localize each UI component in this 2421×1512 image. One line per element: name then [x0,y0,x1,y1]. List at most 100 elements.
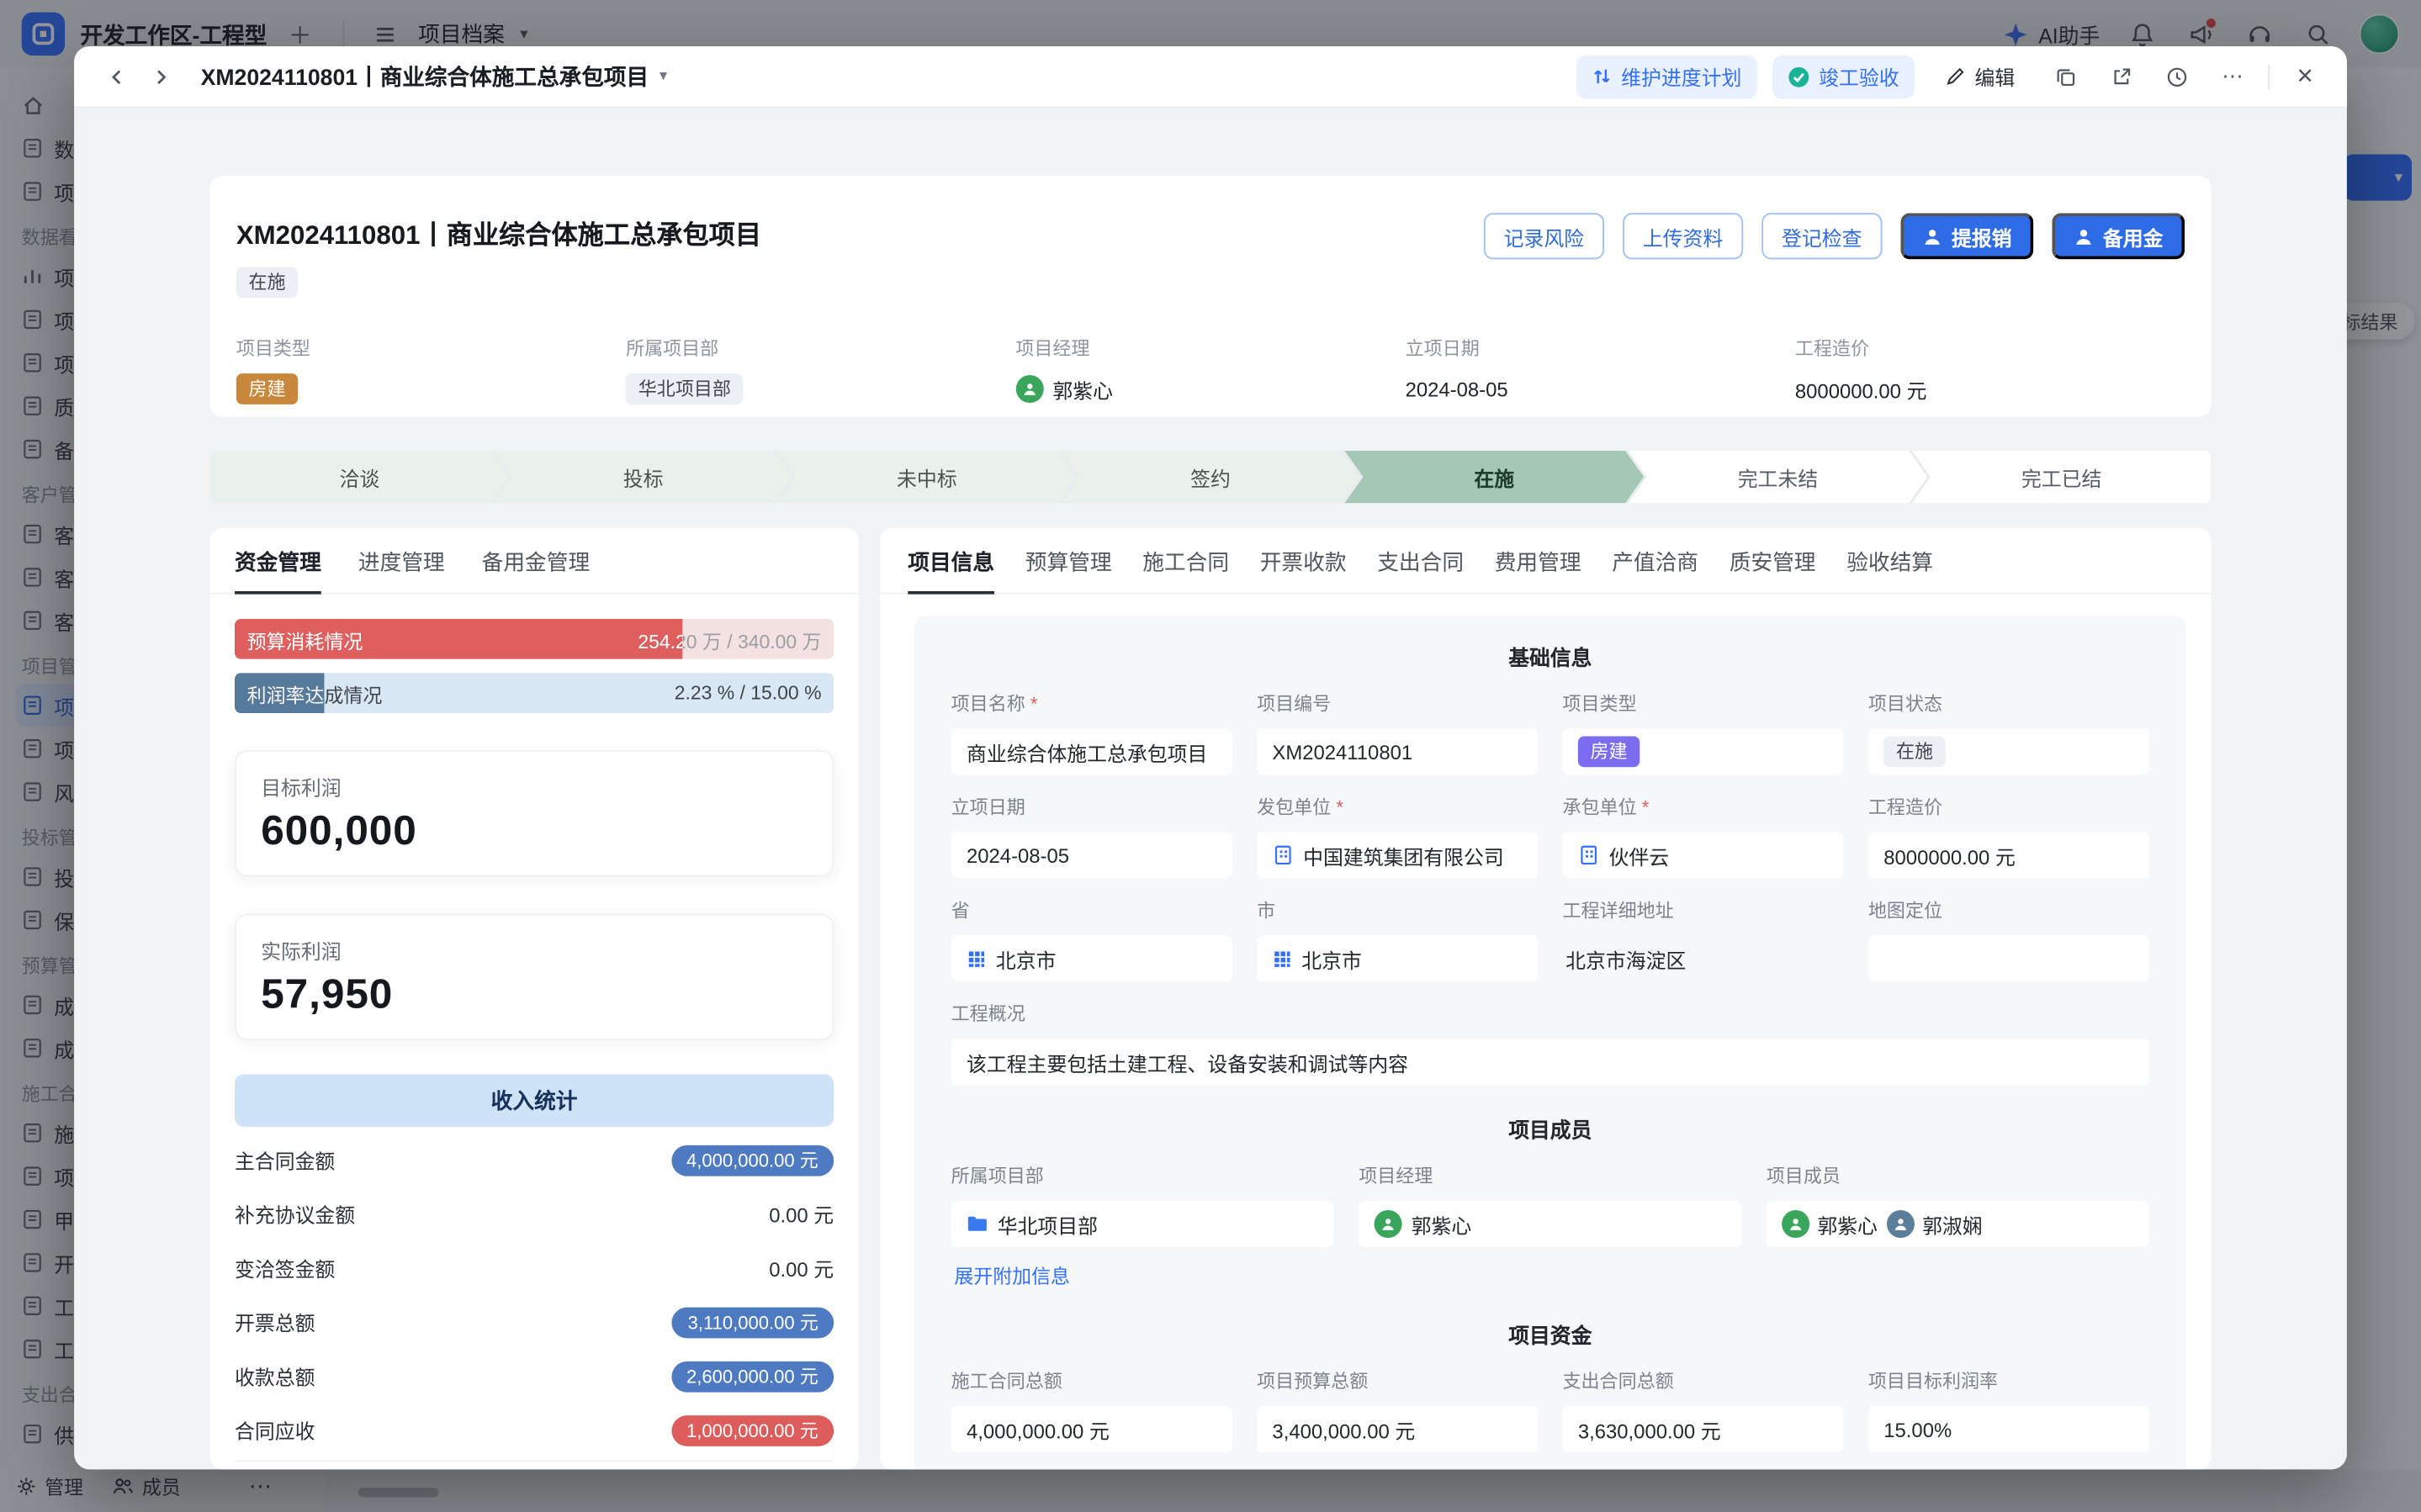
more-icon[interactable]: ⋯ [2212,56,2253,97]
start-date-input[interactable]: 2024-08-05 [951,832,1232,878]
actual-profit-card: 实际利润 57,950 [235,914,834,1041]
modal-body: XM2024110801丨商业综合体施工总承包项目 在施 记录风险 上传资料 登… [74,108,2347,1469]
field-project-type: 项目类型 房建 [236,335,626,404]
tab-quality-safety[interactable]: 质安管理 [1730,547,1816,593]
tab-progress-management[interactable]: 进度管理 [358,547,445,593]
maintain-schedule-button[interactable]: 维护进度计划 [1576,55,1757,98]
field-construction-contract-total: 施工合同总额 4,000,000.00 元 [951,1367,1232,1452]
field-project-name: 项目名称 商业综合体施工总承包项目 [951,690,1232,775]
row-invoiced-total: 开票总额3,110,000.00 元 [235,1295,834,1349]
field-project-code: 项目编号 XM2024110801 [1257,690,1538,775]
step-signed[interactable]: 签约 [1061,451,1360,503]
history-icon[interactable] [2157,56,2197,97]
status-badge: 在施 [1883,737,1945,768]
field-department: 所属项目部 华北项目部 [626,335,1015,404]
project-members-input[interactable]: 郭紫心 郭淑娴 [1767,1201,2149,1247]
amount-badge[interactable]: 3,110,000.00 元 [672,1307,834,1338]
project-code-input[interactable]: XM2024110801 [1257,728,1538,775]
completion-acceptance-button[interactable]: 竣工验收 [1772,55,1915,98]
step-finished-settled[interactable]: 完工已结 [1912,451,2212,503]
tab-funds-management[interactable]: 资金管理 [235,547,321,595]
field-department: 所属项目部 华北项目部 展开附加信息 [951,1162,1334,1290]
next-record-button[interactable] [142,58,179,95]
field-project-cost: 工程造价 8000000.00 元 [1868,793,2149,878]
tab-construction-contract[interactable]: 施工合同 [1142,547,1229,593]
department-input[interactable]: 华北项目部 [951,1201,1334,1247]
step-negotiation[interactable]: 洽谈 [210,451,510,503]
grid-icon [967,949,987,969]
step-finished-unsettled[interactable]: 完工未结 [1629,451,1928,503]
expand-extra-info-link[interactable]: 展开附加信息 [954,1260,1070,1289]
project-overview-input[interactable]: 该工程主要包括土建工程、设备安装和调试等内容 [951,1039,2149,1085]
project-name-input[interactable]: 商业综合体施工总承包项目 [951,728,1232,775]
right-panel-tabs: 项目信息 预算管理 施工合同 开票收款 支出合同 费用管理 产值洽商 质安管理 … [880,528,2211,595]
screen: 开发工作区-工程型 ＋ 项目档案 ▾ AI助手 [0,0,2421,1512]
amount-rows: 主合同金额4,000,000.00 元 补充协议金额0.00 元 变洽签金额0.… [235,1133,834,1456]
divider [235,1460,834,1469]
map-location-input[interactable] [1868,935,2149,981]
project-info-form: 基础信息 项目名称 商业综合体施工总承包项目 项目编号 XM2024110801 [914,616,2186,1469]
tab-project-info[interactable]: 项目信息 [908,547,994,595]
amount-badge[interactable]: 2,600,000.00 元 [671,1361,834,1392]
step-in-construction[interactable]: 在施 [1344,451,1644,503]
record-risk-button[interactable]: 记录风险 [1484,213,1604,259]
tab-petty-cash-management[interactable]: 备用金管理 [482,547,590,593]
petty-cash-button[interactable]: 备用金 [2052,213,2185,259]
close-icon[interactable]: ✕ [2285,56,2325,97]
project-type-tag: 房建 [236,373,298,404]
project-type-tag: 房建 [1578,737,1640,768]
step-bidding[interactable]: 投标 [494,451,793,503]
tab-invoice-receipt[interactable]: 开票收款 [1260,547,1347,593]
share-icon[interactable] [2101,56,2142,97]
step-not-awarded[interactable]: 未中标 [777,451,1077,503]
section-title-basic: 基础信息 [951,641,2149,672]
project-type-input[interactable]: 房建 [1562,728,1843,775]
field-project-status: 项目状态 在施 [1868,690,2149,775]
tab-cost-management[interactable]: 费用管理 [1495,547,1581,593]
detail-address-value[interactable]: 北京市海淀区 [1562,935,1843,981]
section-title-funds: 项目资金 [951,1318,2149,1349]
target-profit-value: 600,000 [261,807,808,855]
actual-profit-value: 57,950 [261,971,808,1019]
modal-title: XM2024110801丨商业综合体施工总承包项目 ▾ [201,61,668,93]
submit-expense-button[interactable]: 提报销 [1900,213,2033,259]
edit-button[interactable]: 编辑 [1930,55,2030,98]
city-input[interactable]: 北京市 [1257,935,1538,981]
owner-company-input[interactable]: 中国建筑集团有限公司 [1257,832,1538,878]
income-statistics-button[interactable]: 收入统计 [235,1074,834,1126]
tab-budget[interactable]: 预算管理 [1025,547,1112,593]
province-input[interactable]: 北京市 [951,935,1232,981]
tab-acceptance-settlement[interactable]: 验收结算 [1846,547,1933,593]
chevron-down-icon[interactable]: ▾ [660,68,667,85]
contractor-company-input[interactable]: 伙伴云 [1562,832,1843,878]
project-manager-input[interactable]: 郭紫心 [1359,1201,1741,1247]
tab-expense-contract[interactable]: 支出合同 [1377,547,1464,593]
register-inspection-button[interactable]: 登记检查 [1761,213,1882,259]
status-badge: 在施 [236,267,298,299]
sort-arrows-icon [1592,66,1612,87]
copy-icon[interactable] [2046,56,2086,97]
project-status-input[interactable]: 在施 [1868,728,2149,775]
budget-consumption-bar: 预算消耗情况254.20 万 / 340.00 万 预算消耗情况254.20 万… [235,619,834,659]
row-contract-receivable: 合同应收1,000,000.00 元 [235,1403,834,1456]
amount-badge[interactable]: 4,000,000.00 元 [671,1145,834,1176]
check-circle-icon [1788,66,1809,87]
prev-record-button[interactable] [98,58,135,95]
field-project-manager: 项目经理 郭紫心 [1359,1162,1741,1290]
profit-rate-bar: 利润率达成情况2.23 % / 15.00 % 利润率达成情况2.23 % / … [235,673,834,713]
row-main-contract: 主合同金额4,000,000.00 元 [235,1133,834,1187]
field-project-type: 项目类型 房建 [1562,690,1843,775]
amount-badge[interactable]: 1,000,000.00 元 [671,1414,834,1446]
row-change-negotiation: 变洽签金额0.00 元 [235,1241,834,1295]
target-profit-card: 目标利润 600,000 [235,750,834,877]
project-cost-input[interactable]: 8000000.00 元 [1868,832,2149,878]
section-title-members: 项目成员 [951,1113,2149,1144]
field-project-cost: 工程造价 8000000.00 元 [1795,335,2185,404]
tab-output-negotiation[interactable]: 产值洽商 [1612,547,1698,593]
field-budget-total: 项目预算总额 3,400,000.00 元 [1257,1367,1538,1452]
upload-docs-button[interactable]: 上传资料 [1623,213,1743,259]
avatar [1015,375,1043,403]
field-start-date: 立项日期 2024-08-05 [951,793,1232,878]
field-detail-address: 工程详细地址 北京市海淀区 [1562,896,1843,981]
avatar [1887,1210,1915,1238]
